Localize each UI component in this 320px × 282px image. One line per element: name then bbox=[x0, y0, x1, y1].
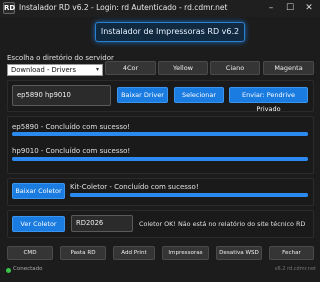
app-icon: RD bbox=[3, 2, 16, 14]
status-indicator bbox=[6, 268, 11, 273]
window-title: Instalador RD v6.2 - Login: rd Autentica… bbox=[19, 3, 228, 12]
minimize-button[interactable]: – bbox=[262, 1, 280, 15]
impressoras-button[interactable]: Impressoras bbox=[162, 246, 209, 260]
ver-coletor-message: Coletor OK! Não está no relatório do sit… bbox=[139, 220, 306, 228]
download-status-1: ep5890 - Concluído com sucesso! bbox=[12, 123, 131, 131]
download-progress-1 bbox=[12, 132, 308, 136]
version-text: v6.2 rd.cdmr.net bbox=[274, 266, 316, 272]
title-bar: RD Instalador RD v6.2 - Login: rd Autent… bbox=[0, 0, 320, 17]
baixar-driver-button[interactable]: Baixar Driver bbox=[117, 87, 168, 103]
pasta-rd-button[interactable]: Pasta RD bbox=[60, 246, 106, 260]
server-select[interactable]: Download - Drivers ▾ bbox=[7, 64, 103, 76]
chevron-down-icon: ▾ bbox=[95, 66, 99, 73]
server-select-value: Download - Drivers bbox=[11, 66, 77, 74]
coletor-status: Kit-Coletor - Concluído com sucesso! bbox=[70, 183, 199, 191]
coletor-code-field[interactable]: RD2026 bbox=[71, 215, 133, 232]
selecionar-button[interactable]: Selecionar bbox=[174, 87, 224, 103]
close-window-button[interactable]: ✕ bbox=[300, 1, 318, 15]
download-status-2: hp9010 - Concluído com sucesso! bbox=[12, 147, 131, 155]
desativa-wsd-button[interactable]: Desativa WSD bbox=[216, 246, 262, 260]
coletor-progress bbox=[70, 193, 308, 197]
download-progress-2 bbox=[12, 157, 308, 161]
ver-coletor-button[interactable]: Ver Coletor bbox=[12, 216, 65, 232]
color-button-magenta[interactable]: Magenta bbox=[263, 61, 314, 75]
color-button-4cor[interactable]: 4Cor bbox=[105, 61, 156, 75]
download-progress-1-fill bbox=[12, 132, 308, 136]
driver-search-input[interactable]: ep5890 hp9010 bbox=[12, 85, 111, 106]
color-button-ciano[interactable]: Ciano bbox=[210, 61, 260, 75]
fechar-button[interactable]: Fechar bbox=[269, 246, 314, 260]
download-progress-2-fill bbox=[12, 157, 308, 161]
maximize-button[interactable]: ☐ bbox=[281, 1, 299, 15]
coletor-progress-fill bbox=[70, 193, 308, 197]
cmd-button[interactable]: CMD bbox=[7, 246, 53, 260]
status-text: Conectado bbox=[13, 266, 43, 272]
header-banner: Instalador de Impressoras RD v6.2 bbox=[95, 22, 245, 42]
baixar-coletor-button[interactable]: Baixar Coletor bbox=[12, 183, 65, 199]
enviar-pendrive-button[interactable]: Enviar: Pendrive Privado bbox=[229, 87, 308, 113]
add-print-button[interactable]: Add Print bbox=[113, 246, 155, 260]
color-button-yellow[interactable]: Yellow bbox=[158, 61, 208, 75]
server-label: Escolha o diretório do servidor bbox=[7, 54, 114, 62]
